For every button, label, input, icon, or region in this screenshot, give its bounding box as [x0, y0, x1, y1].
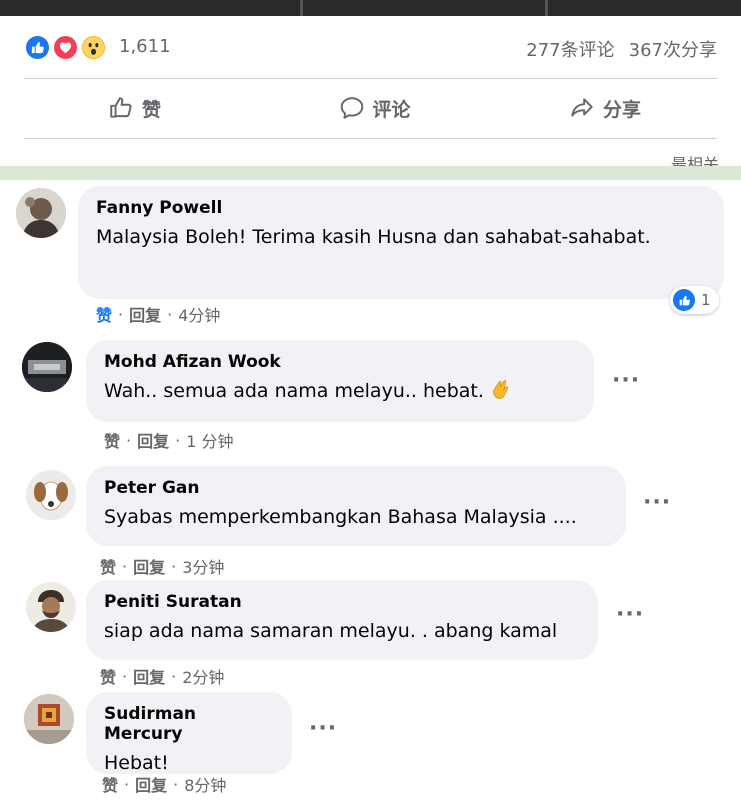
comment-text-content: Wah.. semua ada nama melayu.. hebat.	[104, 380, 484, 402]
separator-dot: ·	[124, 774, 130, 794]
separator-dot: ·	[171, 556, 177, 576]
like-label: 赞	[142, 98, 162, 121]
comment-icon	[340, 97, 363, 119]
comment-bubble: Peter Gan Syabas memperkembangkan Bahasa…	[86, 466, 626, 546]
engagement-counts: 277条评论 367次分享	[526, 36, 717, 62]
comment-timestamp[interactable]: 1 分钟	[186, 428, 233, 452]
separator-dot: ·	[175, 430, 181, 450]
comment-author[interactable]: Peter Gan	[104, 478, 608, 498]
video-edge-mark	[300, 0, 303, 16]
comment-label: 评论	[372, 98, 411, 121]
comment-actions: 赞 · 回复 · 4分钟	[96, 302, 220, 326]
comment-item: Peter Gan Syabas memperkembangkan Bahasa…	[0, 466, 741, 578]
separator-dot: ·	[122, 556, 128, 576]
post-actions: 赞 评论 分享	[24, 79, 717, 137]
comment-reaction-badge[interactable]: 1	[670, 286, 719, 314]
shares-count-link[interactable]: 367次分享	[629, 36, 717, 62]
comment-reply-link[interactable]: 回复	[133, 554, 165, 578]
comment-text: Syabas memperkembangkan Bahasa Malaysia …	[104, 506, 577, 528]
clap-emoji-icon	[493, 380, 508, 400]
comment-bubble: Peniti Suratan siap ada nama samaran mel…	[86, 580, 598, 660]
like-button[interactable]: 赞	[24, 79, 286, 137]
separator-dot: ·	[122, 666, 128, 686]
separator-dot: ·	[171, 666, 177, 686]
comment-reply-link[interactable]: 回复	[135, 772, 167, 796]
love-reaction-icon	[52, 34, 79, 61]
divider	[24, 138, 717, 139]
comment-reaction-count: 1	[701, 291, 711, 309]
comment-actions: 赞 · 回复 · 1 分钟	[104, 428, 234, 452]
comment-reply-link[interactable]: 回复	[137, 428, 169, 452]
avatar[interactable]	[22, 342, 72, 392]
comment-text: Hebat!	[104, 752, 169, 774]
avatar[interactable]	[26, 582, 76, 632]
reaction-count[interactable]: 1,611	[119, 36, 171, 57]
share-label: 分享	[603, 98, 642, 121]
more-options-button[interactable]: ···	[309, 716, 337, 741]
comment-like-link[interactable]: 赞	[104, 428, 120, 452]
post-footer: 1,611 277条评论 367次分享 赞 评论 分享 最相关	[0, 16, 741, 168]
avatar[interactable]	[24, 694, 74, 744]
comment-author[interactable]: Peniti Suratan	[104, 592, 580, 612]
comment-like-link[interactable]: 赞	[102, 772, 118, 796]
comment-text: siap ada nama samaran melayu. . abang ka…	[104, 620, 558, 642]
comment-timestamp[interactable]: 3分钟	[182, 554, 224, 578]
avatar[interactable]	[16, 188, 66, 238]
separator-dot: ·	[126, 430, 132, 450]
video-edge-mark	[545, 0, 548, 16]
comment-timestamp[interactable]: 2分钟	[182, 664, 224, 688]
more-options-button[interactable]: ···	[612, 368, 640, 393]
comment-actions: 赞 · 回复 · 3分钟	[100, 554, 224, 578]
separator-dot: ·	[167, 304, 173, 324]
comment-actions: 赞 · 回复 · 2分钟	[100, 664, 224, 688]
comment-reply-link[interactable]: 回复	[129, 302, 161, 326]
comment-item: Sudirman Mercury Hebat! ··· 赞 · 回复 · 8分钟	[0, 690, 741, 807]
comment-item: Mohd Afizan Wook Wah.. semua ada nama me…	[0, 338, 741, 458]
comments-count-link[interactable]: 277条评论	[526, 36, 614, 62]
comment-like-link[interactable]: 赞	[100, 664, 116, 688]
comment-author[interactable]: Mohd Afizan Wook	[104, 352, 576, 372]
comment-like-link[interactable]: 赞	[100, 554, 116, 578]
video-bottom-edge	[0, 0, 741, 16]
comment-author[interactable]: Sudirman Mercury	[104, 704, 274, 744]
comment-item: Peniti Suratan siap ada nama samaran mel…	[0, 578, 741, 690]
like-reaction-icon	[673, 289, 695, 311]
comment-author[interactable]: Fanny Powell	[96, 198, 706, 218]
avatar[interactable]	[26, 470, 76, 520]
comment-timestamp[interactable]: 8分钟	[184, 772, 226, 796]
comment-like-link[interactable]: 赞	[96, 302, 112, 326]
comment-button[interactable]: 评论	[286, 79, 464, 137]
share-icon	[571, 98, 593, 117]
comment-sort-dropdown[interactable]: 最相关	[671, 153, 719, 167]
share-button[interactable]: 分享	[463, 79, 717, 137]
thumbs-up-icon	[110, 97, 132, 118]
comment-text: Malaysia Boleh! Terima kasih Husna dan s…	[96, 226, 651, 248]
comment-bubble: Sudirman Mercury Hebat!	[86, 692, 292, 774]
more-options-button[interactable]: ···	[616, 602, 644, 627]
more-options-button[interactable]: ···	[643, 490, 671, 515]
wow-reaction-icon	[80, 34, 107, 61]
comments-list: Fanny Powell Malaysia Boleh! Terima kasi…	[0, 180, 741, 807]
comment-bubble: Fanny Powell Malaysia Boleh! Terima kasi…	[78, 186, 724, 299]
comment-item: Fanny Powell Malaysia Boleh! Terima kasi…	[0, 180, 741, 330]
comment-text: Wah.. semua ada nama melayu.. hebat.	[104, 380, 512, 402]
reactions-summary[interactable]: 1,611 277条评论 367次分享	[24, 32, 717, 62]
comment-reply-link[interactable]: 回复	[133, 664, 165, 688]
comment-actions: 赞 · 回复 · 8分钟	[102, 772, 226, 796]
separator-dot: ·	[173, 774, 179, 794]
comment-timestamp[interactable]: 4分钟	[178, 302, 220, 326]
section-separator	[0, 166, 741, 180]
like-reaction-icon	[24, 34, 51, 61]
comment-bubble: Mohd Afizan Wook Wah.. semua ada nama me…	[86, 340, 594, 422]
separator-dot: ·	[118, 304, 124, 324]
